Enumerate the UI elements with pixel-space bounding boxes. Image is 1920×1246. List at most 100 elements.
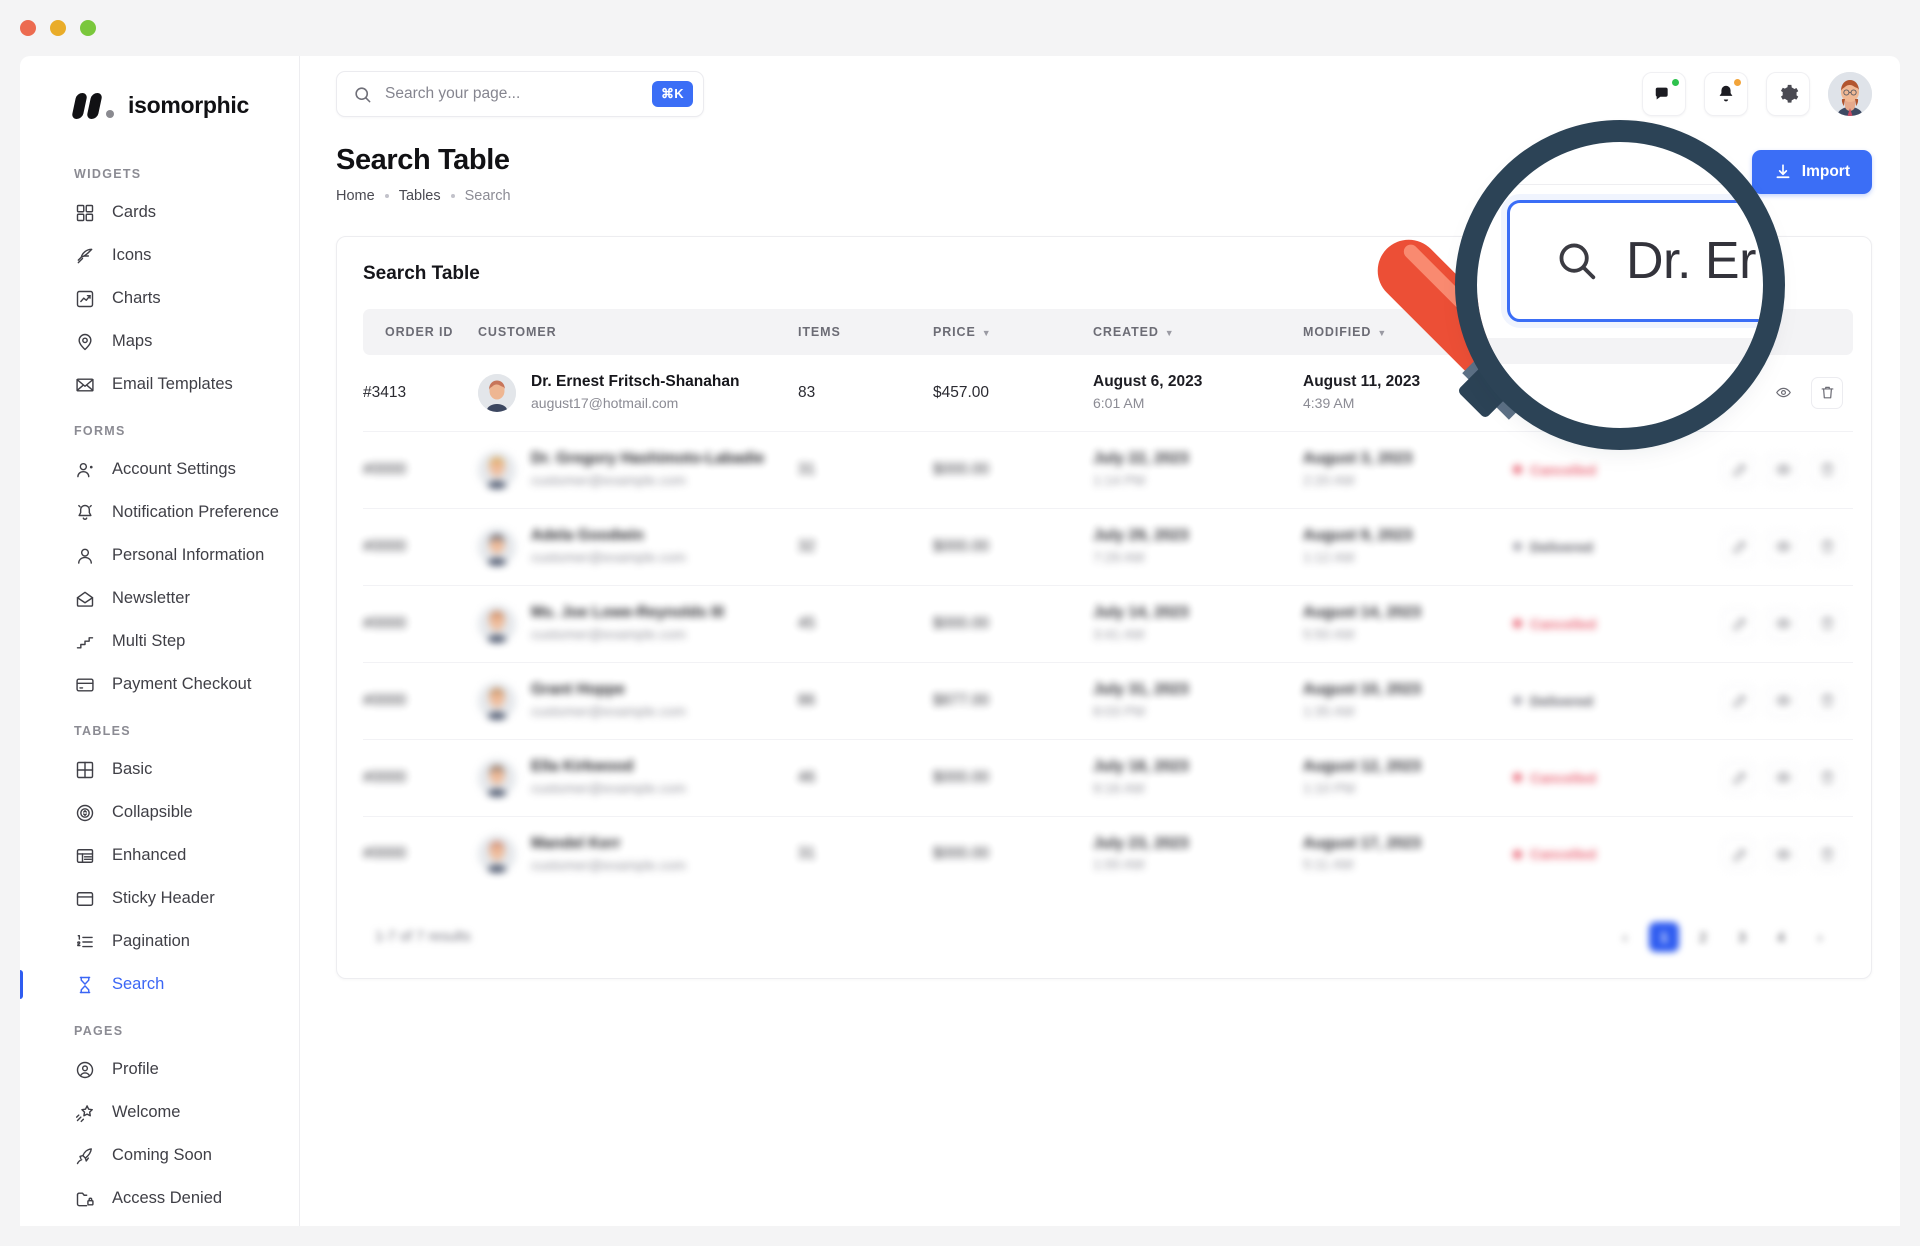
messages-unread-dot xyxy=(1670,77,1681,88)
customer-email: customer@example.com xyxy=(531,472,687,489)
sidebar-item-label: Coming Soon xyxy=(112,1146,212,1164)
app-window: isomorphic WIDGETS Cards Icons Charts Maps Em… xyxy=(0,0,1920,1246)
sidebar-item-notification-preference[interactable]: Notification Preference xyxy=(20,491,299,534)
sidebar-item-label: Email Templates xyxy=(112,375,233,393)
table-row[interactable]: #0000 Grant Hoppe customer@example.com 86 $8… xyxy=(363,662,1853,740)
sidebar-item-newsletter[interactable]: Newsletter xyxy=(20,577,299,620)
table-row[interactable]: #0000 Dr. Gregory Hashimoto-Labadie custom… xyxy=(363,431,1853,509)
table-row[interactable]: #0000 Ms. Joe Lowe-Reynolds III customer@e… xyxy=(363,585,1853,663)
delete-row-button[interactable] xyxy=(1811,761,1843,794)
sidebar-item-label: Maps xyxy=(112,332,153,350)
cell-actions xyxy=(1698,508,1853,586)
pagination-page-3[interactable]: 3 xyxy=(1727,922,1757,952)
sidebar-item-profile[interactable]: Profile xyxy=(20,1048,299,1091)
sidebar-item-charts[interactable]: Charts xyxy=(20,277,299,320)
table-row[interactable]: #3413 Dr. Ernest Fritsch-Shanahan august17… xyxy=(363,355,1853,432)
view-row-button[interactable] xyxy=(1767,838,1799,871)
view-row-button[interactable] xyxy=(1767,530,1799,563)
sidebar-item-welcome[interactable]: Welcome xyxy=(20,1091,299,1134)
sidebar-item-basic[interactable]: Basic xyxy=(20,748,299,791)
table-row[interactable]: #0000 Adela Goodwin customer@example.com 32… xyxy=(363,508,1853,586)
pagination-page-2[interactable]: 2 xyxy=(1688,922,1718,952)
edit-row-button[interactable] xyxy=(1723,453,1755,486)
customer-email: customer@example.com xyxy=(531,549,687,566)
table-card-title: Search Table xyxy=(363,263,480,284)
collapse-circle-icon xyxy=(74,802,96,824)
brand[interactable]: isomorphic xyxy=(20,56,299,119)
pagination-page-4[interactable]: 4 xyxy=(1766,922,1796,952)
cell-price: $000.00 xyxy=(933,845,990,863)
cell-customer: Mandel Kerr customer@example.com xyxy=(478,816,798,892)
eye-icon xyxy=(1775,769,1792,786)
view-row-button[interactable] xyxy=(1767,607,1799,640)
sidebar-item-maps[interactable]: Maps xyxy=(20,320,299,363)
sidebar-item-collapsible[interactable]: Collapsible xyxy=(20,791,299,834)
sidebar-item-access-denied[interactable]: Access Denied xyxy=(20,1177,299,1220)
column-header-modified[interactable]: MODIFIED ▼ xyxy=(1303,309,1513,355)
cell-order-id: #0000 xyxy=(363,739,478,817)
delete-row-button[interactable] xyxy=(1811,376,1843,409)
top-bar: Search your page... ⌘K xyxy=(300,56,1900,132)
sidebar-item-email-templates[interactable]: Email Templates xyxy=(20,363,299,406)
breadcrumb-item-home[interactable]: Home xyxy=(336,188,375,204)
delete-row-button[interactable] xyxy=(1811,607,1843,640)
user-icon xyxy=(74,545,96,567)
minimize-window-button[interactable] xyxy=(50,20,66,36)
sidebar-item-account-settings[interactable]: Account Settings xyxy=(20,448,299,491)
avatar[interactable] xyxy=(1828,72,1872,116)
column-header-price[interactable]: PRICE ▼ xyxy=(933,309,1093,355)
edit-row-button[interactable] xyxy=(1723,838,1755,871)
sort-caret-icon: ▼ xyxy=(981,327,992,338)
delete-row-button[interactable] xyxy=(1811,530,1843,563)
cell-created: July 29, 2023 7:29 AM xyxy=(1093,508,1303,586)
import-button[interactable]: Import xyxy=(1751,150,1872,194)
view-row-button[interactable] xyxy=(1767,761,1799,794)
sidebar-item-coming-soon[interactable]: Coming Soon xyxy=(20,1134,299,1177)
pagination-prev[interactable]: ‹ xyxy=(1610,922,1640,952)
cell-created: July 14, 2023 3:41 AM xyxy=(1093,585,1303,663)
maximize-window-button[interactable] xyxy=(80,20,96,36)
delete-row-button[interactable] xyxy=(1811,684,1843,717)
edit-row-button[interactable] xyxy=(1723,530,1755,563)
global-search[interactable]: Search your page... ⌘K xyxy=(336,71,704,117)
cell-items: 46 xyxy=(798,739,933,817)
close-window-button[interactable] xyxy=(20,20,36,36)
edit-row-button[interactable] xyxy=(1723,607,1755,640)
table-row[interactable]: #0000 Mandel Kerr customer@example.com 31 $0… xyxy=(363,816,1853,892)
cell-status: Cancelled xyxy=(1513,585,1698,663)
column-header-created[interactable]: CREATED ▼ xyxy=(1093,309,1303,355)
sidebar-item-multi-step[interactable]: Multi Step xyxy=(20,620,299,663)
breadcrumb-item-tables[interactable]: Tables xyxy=(399,188,441,204)
sidebar-item-personal-information[interactable]: Personal Information xyxy=(20,534,299,577)
table-row[interactable]: #0000 Ella Kirkwood customer@example.com 46… xyxy=(363,739,1853,817)
customer-name: Ella Kirkwood xyxy=(531,757,634,775)
sidebar-nav: WIDGETS Cards Icons Charts Maps Email Templat… xyxy=(20,149,299,1220)
search-input[interactable]: Search your page... xyxy=(385,85,652,103)
sidebar-item-icons[interactable]: Icons xyxy=(20,234,299,277)
delete-row-button[interactable] xyxy=(1811,838,1843,871)
edit-row-button[interactable] xyxy=(1723,761,1755,794)
sidebar-item-pagination[interactable]: Pagination xyxy=(20,920,299,963)
sidebar-item-cards[interactable]: Cards xyxy=(20,191,299,234)
pagination-next[interactable]: › xyxy=(1805,922,1835,952)
pencil-icon xyxy=(1731,538,1748,555)
edit-row-button[interactable] xyxy=(1723,684,1755,717)
sidebar-item-search[interactable]: Search xyxy=(20,963,299,1006)
trash-icon xyxy=(1819,384,1836,401)
notifications-button[interactable] xyxy=(1704,72,1748,116)
stairs-icon xyxy=(74,631,96,653)
delete-row-button[interactable] xyxy=(1811,453,1843,486)
sidebar-item-enhanced[interactable]: Enhanced xyxy=(20,834,299,877)
view-row-button[interactable] xyxy=(1767,453,1799,486)
trash-icon xyxy=(1819,769,1836,786)
view-row-button[interactable] xyxy=(1767,376,1799,409)
cell-modified: August 17, 2023 5:11 AM xyxy=(1303,816,1513,892)
sidebar-item-sticky-header[interactable]: Sticky Header xyxy=(20,877,299,920)
messages-button[interactable] xyxy=(1642,72,1686,116)
pagination[interactable]: ‹ 1 2 3 4 › xyxy=(1610,922,1835,953)
settings-button[interactable] xyxy=(1766,72,1810,116)
status-dot-icon xyxy=(1513,542,1522,552)
view-row-button[interactable] xyxy=(1767,684,1799,717)
pagination-page-1[interactable]: 1 xyxy=(1649,922,1679,953)
sidebar-item-payment-checkout[interactable]: Payment Checkout xyxy=(20,663,299,706)
